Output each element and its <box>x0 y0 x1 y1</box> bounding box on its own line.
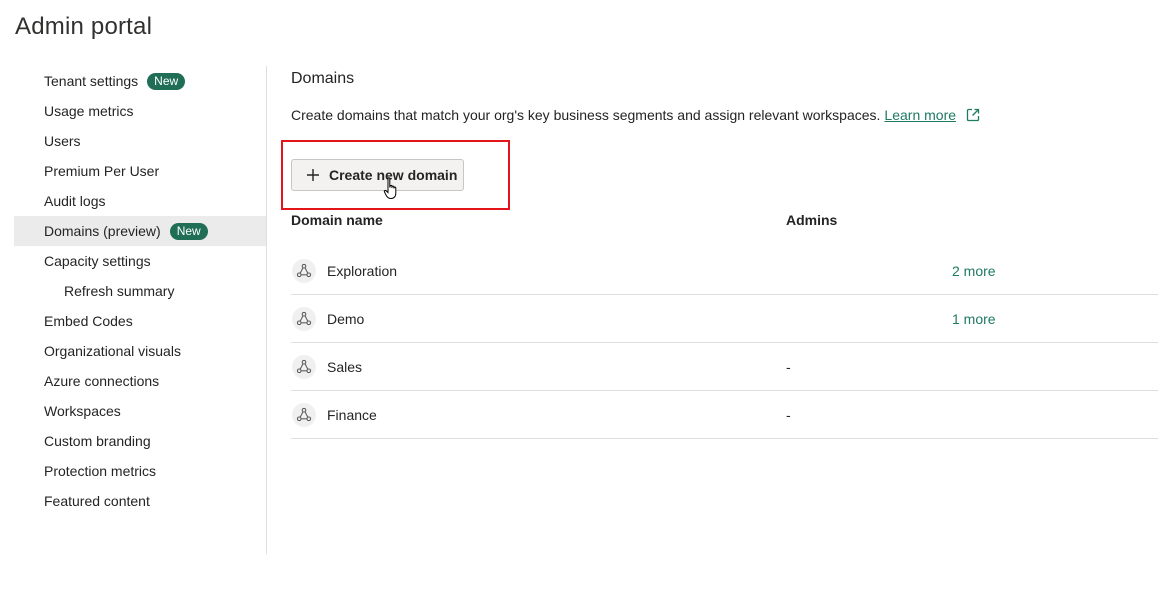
sidebar-item-refresh-summary[interactable]: Refresh summary <box>14 276 266 306</box>
sidebar-item-workspaces[interactable]: Workspaces <box>14 396 266 426</box>
sidebar-nav: Tenant settings New Usage metrics Users … <box>14 66 266 516</box>
sidebar-item-label: Organizational visuals <box>44 343 181 359</box>
sidebar-item-audit-logs[interactable]: Audit logs <box>14 186 266 216</box>
sidebar-item-label: Usage metrics <box>44 103 134 119</box>
new-badge: New <box>147 72 186 90</box>
create-new-domain-button[interactable]: Create new domain <box>291 159 464 191</box>
domain-name[interactable]: Demo <box>327 311 364 327</box>
sidebar-item-protection-metrics[interactable]: Protection metrics <box>14 456 266 486</box>
column-header-domain-name[interactable]: Domain name <box>291 212 383 228</box>
sidebar-item-label: Premium Per User <box>44 163 160 179</box>
sidebar-item-label: Domains (preview) <box>44 223 161 239</box>
domain-name[interactable]: Finance <box>327 407 377 423</box>
sidebar-item-custom-branding[interactable]: Custom branding <box>14 426 266 456</box>
sidebar-item-label: Capacity settings <box>44 253 151 269</box>
sidebar-item-label: Users <box>44 133 81 149</box>
sidebar-item-usage-metrics[interactable]: Usage metrics <box>14 96 266 126</box>
sidebar-divider <box>266 66 267 554</box>
sidebar-item-embed-codes[interactable]: Embed Codes <box>14 306 266 336</box>
sidebar-item-label: Featured content <box>44 493 150 509</box>
sidebar-item-label: Workspaces <box>44 403 121 419</box>
sidebar-item-azure-connections[interactable]: Azure connections <box>14 366 266 396</box>
section-description: Create domains that match your org's key… <box>291 107 980 123</box>
hand-cursor-icon <box>383 176 403 202</box>
domain-name[interactable]: Sales <box>327 359 362 375</box>
sidebar-item-premium-per-user[interactable]: Premium Per User <box>14 156 266 186</box>
sidebar-item-tenant-settings[interactable]: Tenant settings New <box>14 66 266 96</box>
domain-icon <box>292 307 316 331</box>
description-text: Create domains that match your org's key… <box>291 107 881 123</box>
domains-table-body: Exploration 2 more Demo 1 more Sales - F… <box>291 247 1158 439</box>
sidebar-item-label: Audit logs <box>44 193 106 209</box>
sidebar-item-capacity-settings[interactable]: Capacity settings <box>14 246 266 276</box>
plus-icon <box>306 168 320 182</box>
sidebar-item-organizational-visuals[interactable]: Organizational visuals <box>14 336 266 366</box>
sidebar-item-label: Tenant settings <box>44 73 139 89</box>
sidebar-item-label: Protection metrics <box>44 463 157 479</box>
sidebar-item-label: Azure connections <box>44 373 160 389</box>
sidebar-item-domains[interactable]: Domains (preview) New <box>14 216 266 246</box>
admins-more-link[interactable]: 2 more <box>952 263 996 279</box>
page-title: Admin portal <box>15 13 153 40</box>
column-header-admins[interactable]: Admins <box>786 212 837 228</box>
domain-admins: - <box>786 359 791 375</box>
external-link-icon[interactable] <box>966 108 980 122</box>
domain-icon <box>292 403 316 427</box>
domains-table-header: Domain name Admins <box>291 210 1158 228</box>
domain-admins: - <box>786 407 791 423</box>
table-row[interactable]: Sales - <box>291 343 1158 391</box>
new-badge: New <box>169 222 208 240</box>
table-row[interactable]: Exploration 2 more <box>291 247 1158 295</box>
sidebar-item-label: Custom branding <box>44 433 151 449</box>
admins-more-link[interactable]: 1 more <box>952 311 996 327</box>
sidebar-item-featured-content[interactable]: Featured content <box>14 486 266 516</box>
sidebar-item-label: Refresh summary <box>64 283 175 299</box>
domain-icon <box>292 355 316 379</box>
sidebar-item-label: Embed Codes <box>44 313 133 329</box>
table-row[interactable]: Demo 1 more <box>291 295 1158 343</box>
learn-more-link[interactable]: Learn more <box>884 107 956 123</box>
domain-icon <box>292 259 316 283</box>
domain-name[interactable]: Exploration <box>327 263 397 279</box>
section-title: Domains <box>291 70 355 87</box>
table-row[interactable]: Finance - <box>291 391 1158 439</box>
sidebar-item-users[interactable]: Users <box>14 126 266 156</box>
